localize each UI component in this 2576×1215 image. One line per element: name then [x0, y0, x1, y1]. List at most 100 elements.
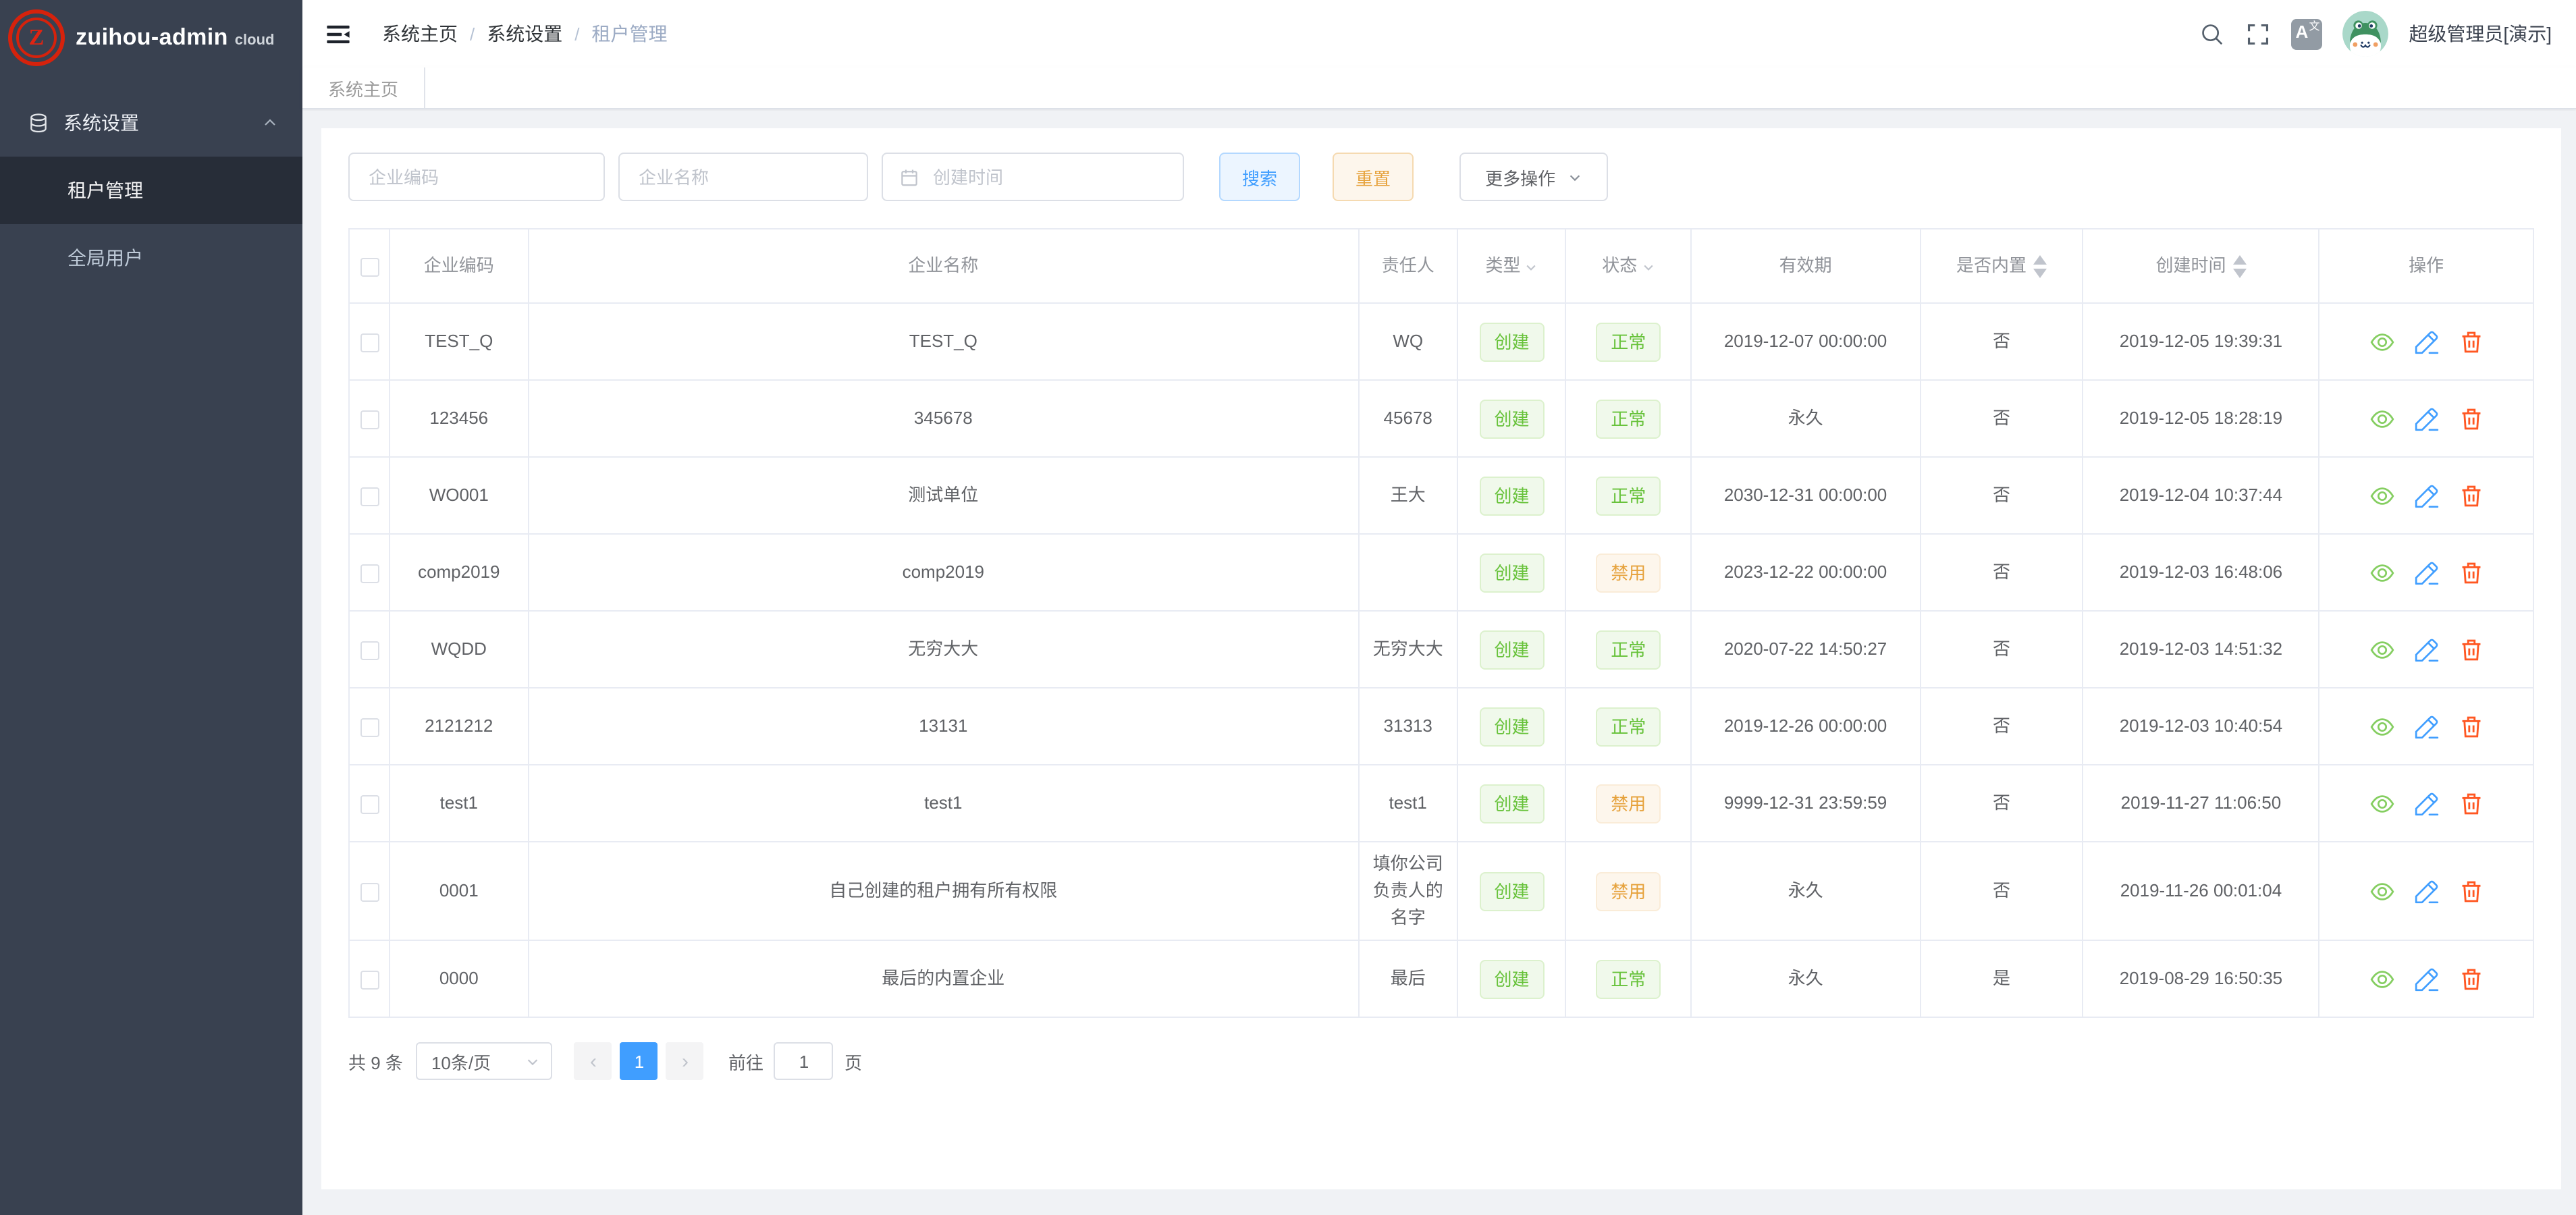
filter-caret-icon[interactable] — [1524, 260, 1538, 273]
view-icon[interactable] — [2369, 637, 2394, 663]
delete-icon[interactable] — [2458, 406, 2484, 432]
language-icon[interactable]: A 文 — [2291, 18, 2322, 49]
edit-icon[interactable] — [2413, 791, 2439, 817]
cell-builtin: 是 — [1920, 940, 2083, 1017]
col-created-time[interactable]: 创建时间 — [2083, 229, 2319, 303]
edit-icon[interactable] — [2413, 560, 2439, 586]
cell-actions — [2319, 534, 2533, 611]
view-icon[interactable] — [2369, 967, 2394, 992]
sidebar-item-global-users[interactable]: 全局用户 — [0, 224, 302, 292]
filter-row: 搜索 重置 更多操作 — [348, 153, 2534, 201]
enterprise-code-input[interactable] — [366, 165, 587, 188]
sort-caret-icon[interactable] — [2033, 255, 2047, 278]
breadcrumb-separator: / — [470, 24, 475, 44]
status-tag: 正常 — [1596, 322, 1661, 361]
row-checkbox[interactable] — [360, 333, 379, 352]
page-size-select[interactable]: 10条/页 — [417, 1042, 553, 1080]
created-time-field — [882, 153, 1184, 201]
cell-owner: 填你公司负责人的名字 — [1358, 842, 1457, 940]
view-icon[interactable] — [2369, 560, 2394, 586]
cell-actions — [2319, 457, 2533, 534]
enterprise-code-field — [348, 153, 605, 201]
cell-enterprise-code: WQDD — [390, 611, 528, 688]
prev-page-button[interactable]: ‹ — [574, 1042, 612, 1080]
type-tag: 创建 — [1479, 871, 1544, 911]
edit-icon[interactable] — [2413, 714, 2439, 740]
chevron-down-icon — [526, 1054, 541, 1069]
edit-icon[interactable] — [2413, 967, 2439, 992]
sort-caret-icon[interactable] — [2232, 255, 2246, 278]
select-all-checkbox[interactable] — [360, 257, 379, 276]
view-icon[interactable] — [2369, 483, 2394, 509]
row-checkbox[interactable] — [360, 970, 379, 989]
view-icon[interactable] — [2369, 329, 2394, 355]
fullscreen-icon[interactable] — [2245, 21, 2271, 47]
table-row: test1test1test1创建禁用9999-12-31 23:59:59否2… — [349, 765, 2533, 842]
row-checkbox[interactable] — [360, 641, 379, 659]
page-number-1[interactable]: 1 — [620, 1042, 658, 1080]
next-page-button[interactable]: › — [666, 1042, 704, 1080]
more-actions-button[interactable]: 更多操作 — [1459, 153, 1608, 201]
delete-icon[interactable] — [2458, 637, 2484, 663]
view-icon[interactable] — [2369, 406, 2394, 432]
delete-icon[interactable] — [2458, 791, 2484, 817]
delete-icon[interactable] — [2458, 714, 2484, 740]
search-icon[interactable] — [2199, 21, 2225, 47]
breadcrumb-system-settings[interactable]: 系统设置 — [487, 20, 562, 47]
created-time-input[interactable] — [930, 165, 1166, 188]
edit-icon[interactable] — [2413, 879, 2439, 905]
col-status[interactable]: 状态 — [1566, 229, 1691, 303]
row-checkbox[interactable] — [360, 564, 379, 583]
cell-validity: 2023-12-22 00:00:00 — [1691, 534, 1921, 611]
cell-owner: 王大 — [1358, 457, 1457, 534]
table-body: TEST_QTEST_QWQ创建正常2019-12-07 00:00:00否20… — [349, 303, 2533, 1017]
breadcrumb-home[interactable]: 系统主页 — [382, 20, 458, 47]
user-avatar[interactable] — [2342, 11, 2388, 57]
view-icon[interactable] — [2369, 791, 2394, 817]
logo-badge-icon: Z — [8, 9, 65, 66]
cell-created-time: 2019-11-27 11:06:50 — [2083, 765, 2319, 842]
tenant-table: 企业编码 企业名称 责任人 类型 状态 有效期 是否内置 — [348, 228, 2534, 1018]
tag-system-home[interactable]: 系统主页 — [302, 68, 425, 108]
sidebar-item-tenant-management[interactable]: 租户管理 — [0, 157, 302, 224]
chevron-up-icon — [262, 115, 278, 131]
status-tag: 正常 — [1596, 399, 1661, 438]
type-tag: 创建 — [1479, 553, 1544, 592]
cell-owner: 31313 — [1358, 688, 1457, 765]
sidebar-group-system-settings[interactable]: 系统设置 — [0, 89, 302, 157]
cell-validity: 2019-12-07 00:00:00 — [1691, 303, 1921, 380]
hamburger-icon[interactable] — [302, 20, 363, 48]
enterprise-name-input[interactable] — [636, 165, 851, 188]
view-icon[interactable] — [2369, 879, 2394, 905]
cell-enterprise-name: TEST_Q — [528, 303, 1358, 380]
row-checkbox[interactable] — [360, 718, 379, 736]
tenant-card: 搜索 重置 更多操作 — [321, 128, 2561, 1189]
delete-icon[interactable] — [2458, 967, 2484, 992]
row-checkbox[interactable] — [360, 487, 379, 506]
table-row: 0000最后的内置企业最后创建正常永久是2019-08-29 16:50:35 — [349, 940, 2533, 1017]
search-button[interactable]: 搜索 — [1219, 153, 1300, 201]
cell-owner: 45678 — [1358, 380, 1457, 457]
cell-owner: 无穷大大 — [1358, 611, 1457, 688]
current-user-name[interactable]: 超级管理员[演示] — [2409, 20, 2552, 47]
col-type[interactable]: 类型 — [1457, 229, 1566, 303]
delete-icon[interactable] — [2458, 879, 2484, 905]
cell-enterprise-name: 测试单位 — [528, 457, 1358, 534]
edit-icon[interactable] — [2413, 637, 2439, 663]
goto-page-input[interactable] — [774, 1042, 834, 1080]
row-checkbox[interactable] — [360, 794, 379, 813]
filter-caret-icon[interactable] — [1641, 260, 1655, 273]
sidebar: Z zuihou-admin cloud 系统设置 — [0, 0, 302, 1215]
edit-icon[interactable] — [2413, 329, 2439, 355]
delete-icon[interactable] — [2458, 483, 2484, 509]
reset-button[interactable]: 重置 — [1333, 153, 1414, 201]
edit-icon[interactable] — [2413, 406, 2439, 432]
row-checkbox[interactable] — [360, 882, 379, 901]
row-checkbox[interactable] — [360, 410, 379, 429]
delete-icon[interactable] — [2458, 560, 2484, 586]
delete-icon[interactable] — [2458, 329, 2484, 355]
edit-icon[interactable] — [2413, 483, 2439, 509]
status-tag: 正常 — [1596, 959, 1661, 998]
view-icon[interactable] — [2369, 714, 2394, 740]
col-builtin[interactable]: 是否内置 — [1920, 229, 2083, 303]
